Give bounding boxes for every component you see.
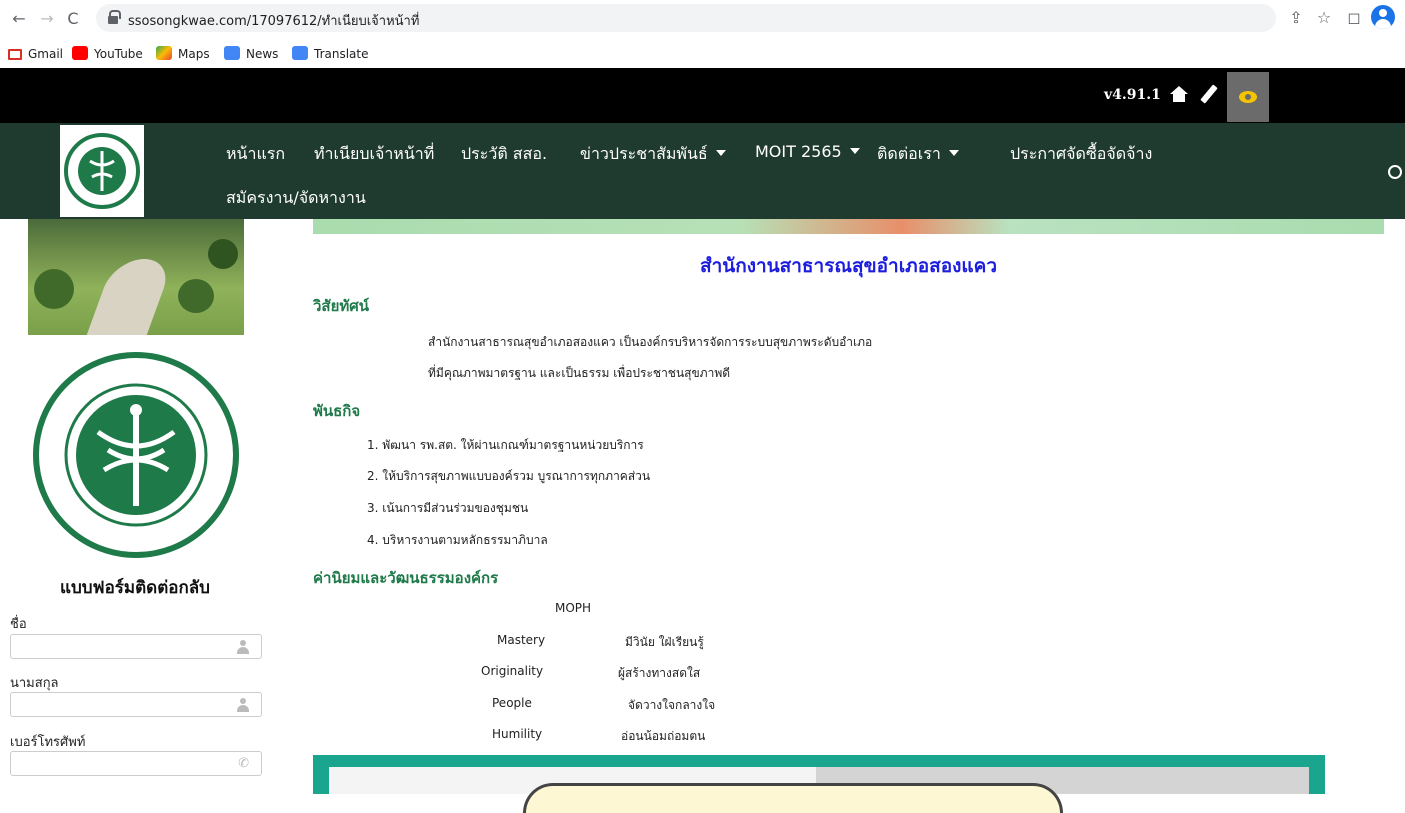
value-en: Mastery bbox=[497, 633, 546, 647]
pencil-icon[interactable] bbox=[1200, 84, 1218, 104]
forward-icon[interactable]: → bbox=[36, 8, 58, 30]
bookmark-youtube[interactable]: YouTube bbox=[72, 45, 143, 63]
values-heading: ค่านิยมและวัฒนธรรมองค์กร bbox=[313, 569, 499, 587]
profile-avatar[interactable] bbox=[1371, 5, 1395, 29]
nav-home[interactable]: หน้าแรก bbox=[226, 142, 285, 167]
bookmark-translate[interactable]: Translate bbox=[292, 45, 369, 63]
last-name-label: นามสกุล bbox=[10, 676, 59, 691]
chevron-down-icon bbox=[849, 148, 860, 154]
first-name-field[interactable] bbox=[10, 634, 262, 659]
garden-path bbox=[81, 259, 175, 335]
nav-news[interactable]: ข่าวประชาสัมพันธ์ bbox=[580, 142, 726, 167]
version-label: v4.91.1 bbox=[1104, 87, 1161, 103]
bookmarks-bar: Gmail YouTube Maps News Translate bbox=[0, 38, 1405, 68]
share-icon[interactable]: ⇪ bbox=[1284, 6, 1308, 30]
preview-button[interactable] bbox=[1227, 72, 1269, 122]
chevron-down-icon bbox=[948, 150, 959, 156]
value-en: Originality bbox=[481, 664, 544, 678]
garden-bush bbox=[34, 269, 74, 309]
bookmark-maps[interactable]: Maps bbox=[156, 45, 210, 63]
value-th: มีวินัย ใฝ่เรียนรู้ bbox=[625, 635, 704, 649]
value-th: อ่อนน้อมถ่อมตน bbox=[621, 729, 706, 743]
garden-bush bbox=[208, 239, 238, 269]
bottom-banner-image bbox=[313, 755, 1325, 813]
bookmark-gmail[interactable]: Gmail bbox=[8, 45, 63, 63]
vision-heading: วิสัยทัศน์ bbox=[313, 297, 370, 315]
nav-contact[interactable]: ติดต่อเรา bbox=[877, 142, 959, 167]
mission-item: 2. ให้บริการสุขภาพแบบองค์รวม บูรณาการทุก… bbox=[367, 469, 651, 483]
value-en: People bbox=[492, 696, 532, 710]
page-title: สำนักงานสาธารณสุขอำเภอสองแคว bbox=[699, 255, 998, 277]
phone-field[interactable]: ✆ bbox=[10, 751, 262, 776]
moph-seal-small bbox=[64, 133, 140, 209]
home-icon[interactable] bbox=[1170, 86, 1188, 102]
values-acronym: MOPH bbox=[555, 601, 592, 615]
vision-line: ที่มีคุณภาพมาตรฐาน และเป็นธรรม เพื่อประช… bbox=[428, 366, 731, 380]
side-panel-icon[interactable]: ◻ bbox=[1342, 6, 1366, 30]
value-th: ผู้สร้างทางสดใส bbox=[618, 666, 701, 680]
phone-icon: ✆ bbox=[238, 756, 249, 771]
banner-sign bbox=[523, 783, 1063, 813]
nav-moit[interactable]: MOIT 2565 bbox=[755, 142, 860, 161]
url-text[interactable]: ssosongkwae.com/17097612/ทำเนียบเจ้าหน้า… bbox=[128, 10, 419, 31]
moph-seal bbox=[28, 350, 244, 560]
nav-jobs[interactable]: สมัครงาน/จัดหางาน bbox=[226, 186, 366, 211]
value-en: Humility bbox=[492, 727, 543, 741]
moph-seal-graphic bbox=[33, 352, 239, 558]
reload-icon[interactable]: C bbox=[62, 8, 84, 30]
bookmark-star-icon[interactable]: ☆ bbox=[1312, 6, 1336, 30]
address-bar[interactable]: ssosongkwae.com/17097612/ทำเนียบเจ้าหน้า… bbox=[96, 4, 1276, 32]
site-logo[interactable] bbox=[60, 125, 144, 217]
search-icon[interactable] bbox=[1388, 165, 1402, 179]
bookmark-news[interactable]: News bbox=[224, 45, 278, 63]
maps-icon bbox=[156, 46, 172, 60]
first-name-label: ชื่อ bbox=[10, 617, 27, 632]
phone-label: เบอร์โทรศัพท์ bbox=[10, 735, 86, 750]
value-th: จัดวางใจกลางใจ bbox=[628, 698, 716, 712]
eye-icon bbox=[1239, 91, 1257, 103]
nav-staff-directory[interactable]: ทำเนียบเจ้าหน้าที่ bbox=[314, 142, 434, 167]
chevron-down-icon bbox=[715, 150, 726, 156]
contact-form-title: แบบฟอร์มติดต่อกลับ bbox=[60, 578, 210, 598]
lock-icon bbox=[108, 10, 121, 24]
back-icon[interactable]: ← bbox=[8, 8, 30, 30]
translate-icon bbox=[292, 46, 308, 60]
garden-photo bbox=[28, 219, 244, 335]
mission-item: 3. เน้นการมีส่วนร่วมของชุมชน bbox=[367, 501, 529, 515]
last-name-field[interactable] bbox=[10, 692, 262, 717]
top-banner-image bbox=[313, 219, 1384, 234]
user-icon bbox=[237, 640, 249, 654]
news-icon bbox=[224, 46, 240, 60]
site-topbar: v4.91.1 bbox=[0, 68, 1405, 123]
garden-bush bbox=[178, 279, 214, 313]
browser-toolbar: ← → C ssosongkwae.com/17097612/ทำเนียบเจ… bbox=[0, 0, 1405, 38]
mission-item: 4. บริหารงานตามหลักธรรมาภิบาล bbox=[367, 533, 548, 547]
gmail-icon bbox=[8, 49, 22, 60]
nav-history[interactable]: ประวัติ สสอ. bbox=[461, 142, 547, 167]
vision-line: สำนักงานสาธารณสุขอำเภอสองแคว เป็นองค์กรบ… bbox=[428, 335, 873, 349]
nav-procurement[interactable]: ประกาศจัดซื้อจัดจ้าง bbox=[1010, 142, 1152, 167]
mission-heading: พันธกิจ bbox=[313, 402, 361, 420]
user-icon bbox=[237, 698, 249, 712]
mission-item: 1. พัฒนา รพ.สต. ให้ผ่านเกณฑ์มาตรฐานหน่วย… bbox=[367, 438, 644, 452]
browser-chrome: ← → C ssosongkwae.com/17097612/ทำเนียบเจ… bbox=[0, 0, 1405, 68]
main-navbar: หน้าแรก ทำเนียบเจ้าหน้าที่ ประวัติ สสอ. … bbox=[0, 123, 1405, 219]
youtube-icon bbox=[72, 46, 88, 60]
